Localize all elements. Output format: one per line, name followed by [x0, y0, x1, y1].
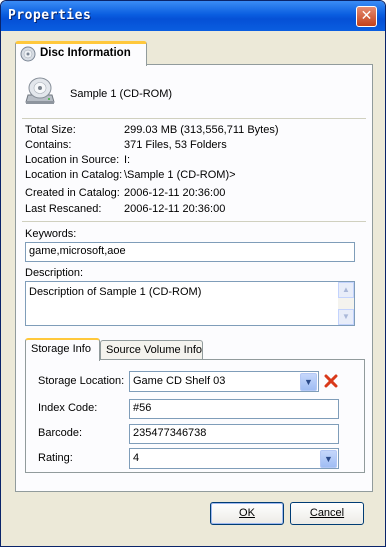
scroll-down-button[interactable]: ▼	[338, 309, 354, 325]
index-code-input[interactable]: #56	[129, 399, 339, 419]
tab-source-volume-info[interactable]: Source Volume Info	[100, 340, 203, 360]
barcode-label: Barcode:	[38, 427, 83, 439]
storage-location-select[interactable]: Game CD Shelf 03 ▼	[129, 371, 319, 392]
window-title: Properties	[8, 8, 92, 23]
rating-value: 4	[133, 452, 140, 464]
description-scrollbar[interactable]: ▲ ▼	[338, 282, 354, 325]
keywords-input[interactable]: game,microsoft,aoe	[25, 242, 355, 262]
disc-name: Sample 1 (CD-ROM)	[70, 88, 173, 100]
storage-info-panel: Storage Location: Game CD Shelf 03 ▼ Ind…	[25, 359, 365, 473]
storage-location-value: Game CD Shelf 03	[133, 375, 226, 387]
location-source-label: Location in Source:	[25, 154, 120, 166]
tab-disc-information[interactable]: Disc Information	[15, 41, 147, 66]
tab-strip: Disc Information	[15, 41, 375, 66]
tab-storage-info[interactable]: Storage Info	[25, 338, 100, 361]
chevron-down-icon[interactable]: ▼	[320, 450, 337, 468]
rescaned-label: Last Rescaned:	[25, 203, 102, 215]
cd-drive-icon	[25, 77, 55, 104]
cancel-label: Cancel	[309, 507, 345, 519]
description-textarea[interactable]: Description of Sample 1 (CD-ROM) ▲ ▼	[25, 281, 355, 326]
inner-tab-strip: Storage Info Source Volume Info	[25, 338, 365, 361]
scroll-up-button[interactable]: ▲	[338, 282, 354, 298]
keywords-label: Keywords:	[25, 228, 77, 240]
disc-icon	[20, 46, 36, 62]
close-button[interactable]: ✕	[356, 6, 377, 27]
rating-select[interactable]: 4 ▼	[129, 448, 339, 469]
properties-window: Properties ✕ Disc Information Sample 1 (…	[0, 0, 386, 547]
divider	[22, 118, 366, 119]
cancel-button[interactable]: Cancel	[290, 502, 364, 525]
description-label: Description:	[25, 267, 84, 279]
divider	[22, 221, 366, 222]
ok-button[interactable]: OK	[210, 502, 284, 525]
close-icon: ✕	[360, 8, 373, 24]
chevron-down-icon[interactable]: ▼	[300, 373, 317, 391]
rescaned-value: 2006-12-11 20:36:00	[124, 203, 226, 215]
delete-x-icon[interactable]	[323, 373, 339, 389]
index-code-label: Index Code:	[38, 402, 98, 414]
barcode-input[interactable]: 235477346738	[129, 424, 339, 444]
contains-value: 371 Files, 53 Folders	[124, 139, 227, 151]
contains-label: Contains:	[25, 139, 72, 151]
created-value: 2006-12-11 20:36:00	[124, 187, 226, 199]
title-bar[interactable]: Properties ✕	[1, 1, 385, 31]
disc-information-panel: Sample 1 (CD-ROM) Total Size: 299.03 MB …	[15, 64, 373, 492]
description-text: Description of Sample 1 (CD-ROM)	[29, 286, 202, 298]
location-catalog-value: \Sample 1 (CD-ROM)>	[124, 169, 236, 181]
total-size-value: 299.03 MB (313,556,711 Bytes)	[124, 124, 279, 136]
location-catalog-label: Location in Catalog:	[25, 169, 123, 181]
created-label: Created in Catalog:	[25, 187, 120, 199]
rating-label: Rating:	[38, 452, 73, 464]
total-size-label: Total Size:	[25, 124, 76, 136]
tab-label: Disc Information	[40, 47, 131, 59]
location-source-value: I:	[124, 154, 131, 166]
ok-label: OK	[239, 507, 255, 519]
storage-location-label: Storage Location:	[38, 375, 125, 387]
